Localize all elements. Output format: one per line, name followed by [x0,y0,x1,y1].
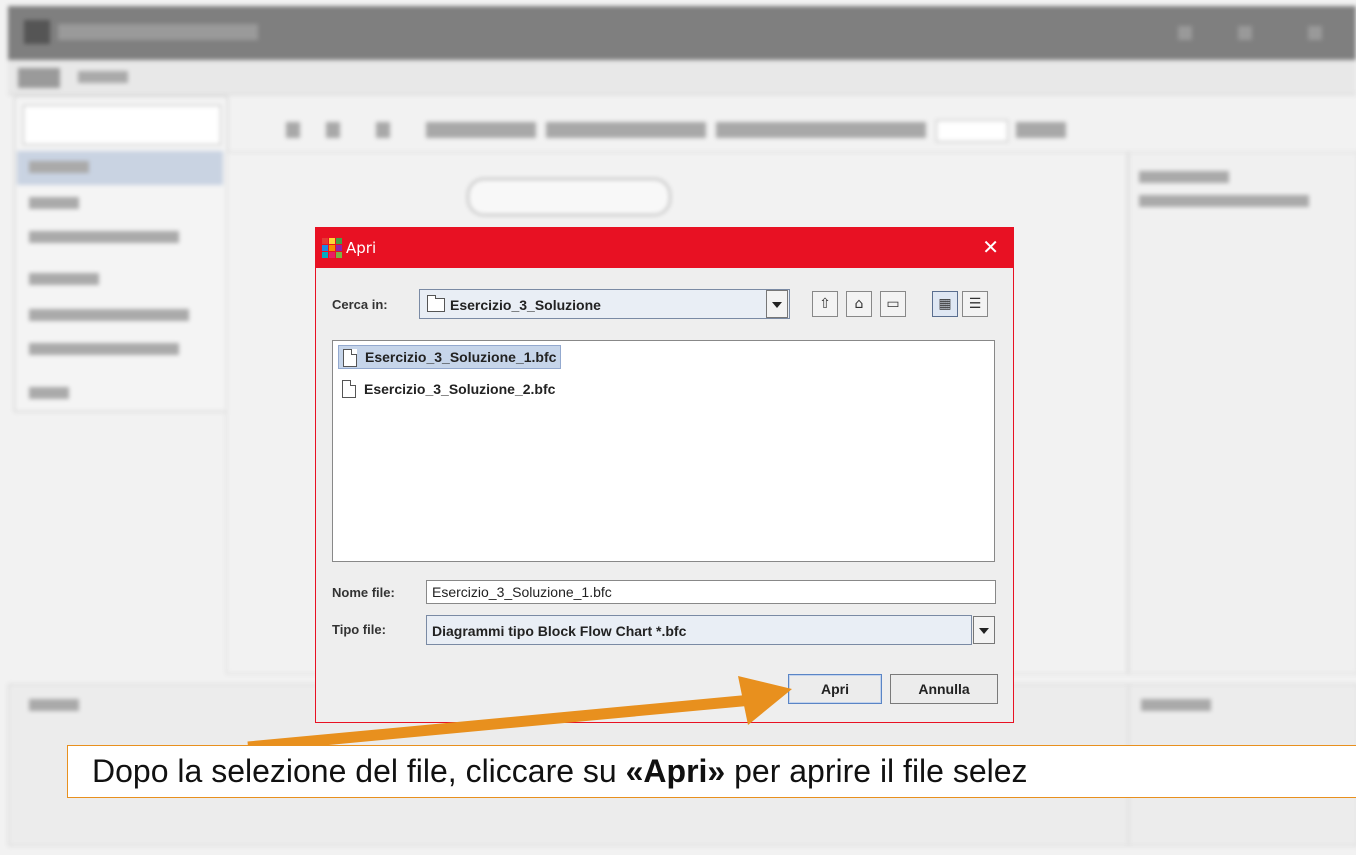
menu-file-blurred [18,68,60,88]
menu-help-blurred [78,71,128,83]
minimize-icon [1178,26,1192,40]
app-icon [24,20,50,44]
list-item[interactable]: Esercizio_3_Soluzione_1.bfc [338,345,562,369]
app-menubar [8,60,1356,95]
caption-text: Dopo la selezione del file, cliccare su … [92,753,1028,790]
menu-item-blurred [29,161,89,173]
folder-icon [427,295,445,312]
toolbar-item-blurred [286,122,300,138]
dialog-titlebar[interactable]: Apri ✕ [316,228,1013,268]
up-folder-icon[interactable]: ⇧ [812,291,838,317]
dialog-title: Apri [346,239,377,257]
toolbar-item-blurred [376,122,390,138]
new-folder-icon[interactable]: ▭ [880,291,906,317]
file-icon [343,349,357,367]
file-name: Esercizio_3_Soluzione_1.bfc [365,349,557,365]
file-icon [342,380,356,398]
app-toolbar-blurred [226,110,1086,150]
filetype-label: Tipo file: [332,622,386,637]
menu-item-blurred [29,309,189,321]
file-list[interactable]: Esercizio_3_Soluzione_1.bfc Esercizio_3_… [332,340,995,562]
filetype-value: Diagrammi tipo Block Flow Chart *.bfc [432,623,687,639]
open-button[interactable]: Apri [788,674,882,704]
chevron-down-icon[interactable] [973,616,995,644]
app-logo-icon [322,238,342,258]
app-titlebar [8,6,1356,60]
filename-input[interactable]: Esercizio_3_Soluzione_1.bfc [426,580,996,604]
caption-after: per aprire il file selez [725,753,1028,789]
look-in-label: Cerca in: [332,297,388,312]
filetype-combo[interactable]: Diagrammi tipo Block Flow Chart *.bfc [426,615,972,645]
close-icon[interactable]: ✕ [982,236,999,258]
toolbar-field-blurred [936,120,1008,142]
toolbar-item-blurred [426,122,536,138]
right-panel-blurred [1128,152,1356,674]
filename-label: Nome file: [332,585,395,600]
app-title-blurred [58,24,258,40]
menu-item-blurred [23,105,221,145]
bottom-right-label-blurred [1141,699,1211,711]
right-panel-line-blurred [1139,195,1309,207]
open-file-dialog: Apri ✕ Cerca in: Esercizio_3_Soluzione ⇧… [315,227,1014,723]
toolbar-item-blurred [1016,122,1066,138]
cancel-button[interactable]: Annulla [890,674,998,704]
menu-item-blurred [29,273,99,285]
list-item[interactable]: Esercizio_3_Soluzione_2.bfc [338,377,559,401]
list-view-icon[interactable]: ▦ [932,291,958,317]
file-name: Esercizio_3_Soluzione_2.bfc [364,381,556,397]
details-view-icon[interactable]: ☰ [962,291,988,317]
toolbar-item-blurred [326,122,340,138]
caption-bold: «Apri» [625,753,726,789]
bottom-panel-label-blurred [29,699,79,711]
chevron-down-icon[interactable] [766,290,788,318]
look-in-value: Esercizio_3_Soluzione [450,297,601,313]
instruction-caption: Dopo la selezione del file, cliccare su … [67,745,1356,798]
toolbar-item-blurred [716,122,926,138]
start-node-blurred [467,178,671,216]
look-in-combo[interactable]: Esercizio_3_Soluzione [419,289,790,319]
caption-before: Dopo la selezione del file, cliccare su [92,753,626,789]
menu-item-blurred [29,387,69,399]
menu-item-blurred [29,231,179,243]
close-icon [1308,26,1322,40]
home-icon[interactable]: ⌂ [846,291,872,317]
right-panel-line-blurred [1139,171,1229,183]
file-menu-dropdown-blurred [14,96,228,412]
menu-item-blurred [29,343,179,355]
toolbar-item-blurred [546,122,706,138]
menu-item-blurred [29,197,79,209]
maximize-icon [1238,26,1252,40]
